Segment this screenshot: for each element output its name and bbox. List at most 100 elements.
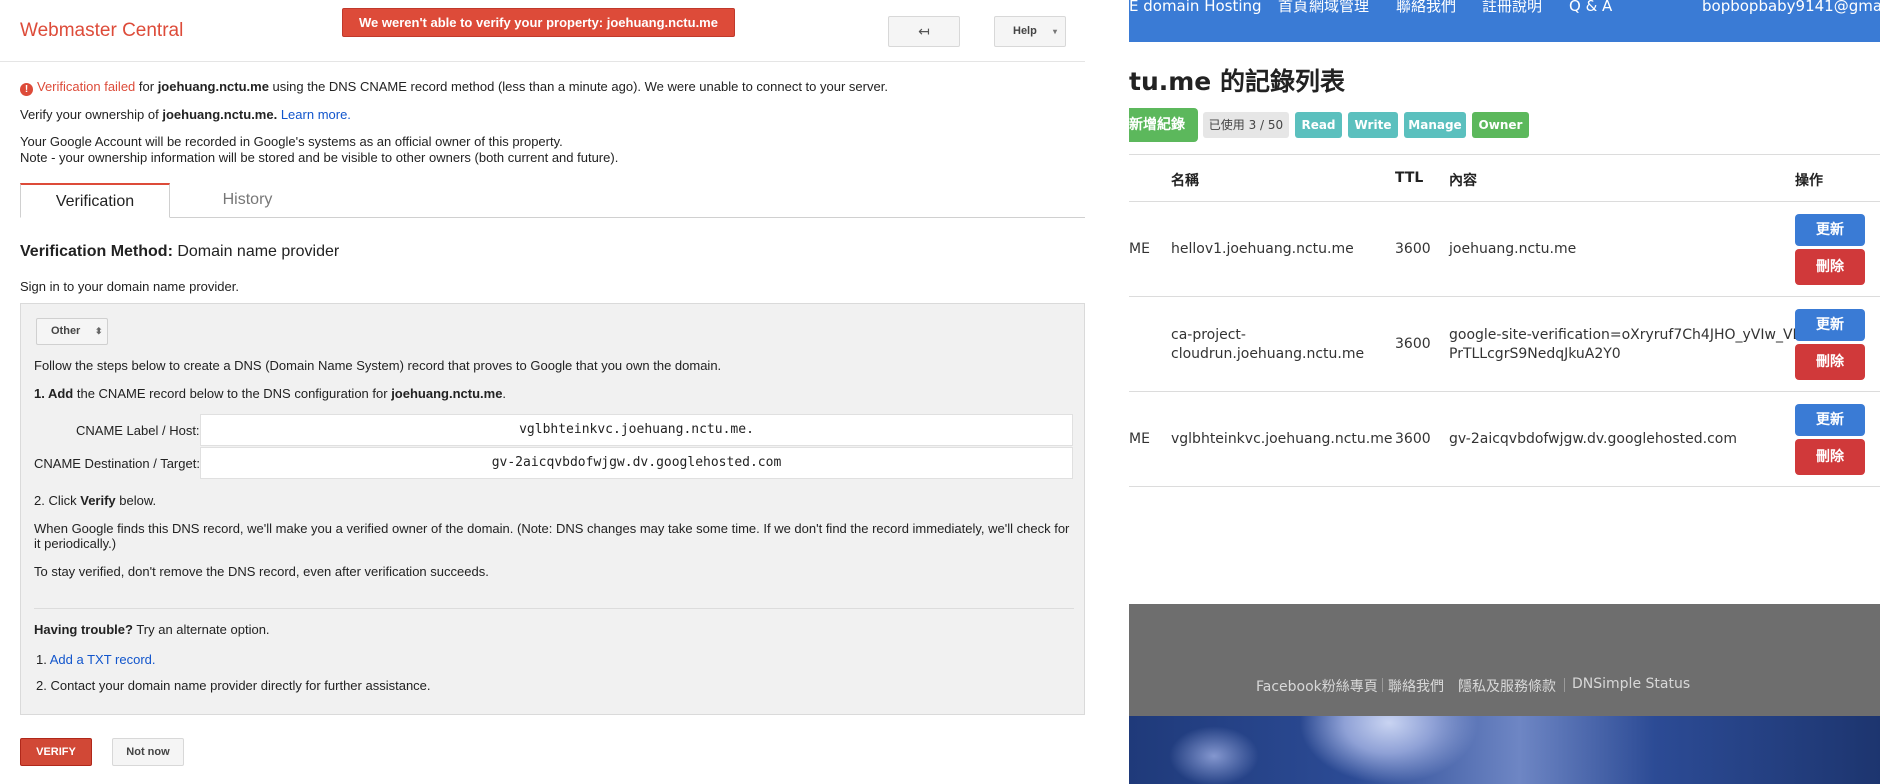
record-name: hellov1.joehuang.nctu.me (1171, 241, 1354, 257)
table-top-border (1129, 154, 1880, 155)
alt-option-1: 1. Add a TXT record. (36, 652, 156, 668)
record-content-cont: PrTLLcgrS9NedqJkuA2Y0 (1449, 346, 1621, 362)
verification-method-heading: Verification Method: Domain name provide… (20, 243, 339, 261)
dns-found-note: When Google finds this DNS record, we'll… (34, 521, 1070, 536)
column-header-actions: 操作 (1795, 173, 1823, 189)
text: . (502, 386, 507, 401)
column-header-ttl: TTL (1395, 170, 1424, 186)
nav-home[interactable]: 首頁 (1278, 0, 1308, 14)
add-txt-record-link[interactable]: Add a TXT record. (50, 652, 156, 667)
footer-separator (1382, 678, 1383, 692)
text: the CNAME record below to the DNS config… (73, 386, 392, 401)
usage-badge: 已使用 3 / 50 (1203, 112, 1289, 138)
record-ttl: 3600 (1395, 241, 1431, 257)
step-1-domain: joehuang.nctu.me (391, 386, 503, 401)
box-divider (34, 608, 1074, 609)
verification-method-label: Verification Method: (20, 243, 173, 260)
nav-domain-manage[interactable]: 網域管理 (1309, 0, 1369, 14)
tab-verification[interactable]: Verification (20, 183, 170, 218)
verify-button[interactable]: VERIFY (20, 738, 92, 766)
nav-brand[interactable]: E domain Hosting (1129, 0, 1262, 14)
row-divider (1129, 296, 1880, 297)
verify-ownership-line: Verify your ownership of joehuang.nctu.m… (20, 107, 351, 123)
record-name: ca-project- (1171, 327, 1246, 343)
record-type: ME (1129, 241, 1150, 257)
stay-verified-note: To stay verified, don't remove the DNS r… (34, 564, 489, 579)
verification-failed-message: ! Verification failed for joehuang.nctu.m… (20, 79, 888, 96)
update-button[interactable]: 更新 (1795, 214, 1865, 246)
permission-tag-write: Write (1348, 112, 1398, 138)
top-navbar: E domain Hosting 首頁 網域管理 聯絡我們 註冊說明 Q & A… (1129, 0, 1880, 42)
not-now-button[interactable]: Not now (112, 738, 184, 766)
column-header-content: 內容 (1449, 173, 1477, 189)
verification-method-value: Domain name provider (172, 243, 340, 260)
provider-select-value: Other (51, 325, 81, 337)
record-content: joehuang.nctu.me (1449, 241, 1577, 257)
permission-tag-read: Read (1295, 112, 1342, 138)
record-name-cont: cloudrun.joehuang.nctu.me (1171, 346, 1365, 362)
record-ttl: 3600 (1395, 431, 1431, 447)
column-header-name: 名稱 (1171, 173, 1199, 189)
select-arrows-icon: ⬍ (95, 326, 103, 336)
alt-option-2: 2. Contact your domain name provider dir… (36, 678, 431, 693)
nav-register-help[interactable]: 註冊說明 (1482, 0, 1542, 14)
tabs-divider (20, 217, 1085, 218)
mountain-peak-shape (1299, 716, 1479, 784)
record-content: gv-2aicqvbdofwjgw.dv.googlehosted.com (1449, 431, 1737, 447)
delete-button[interactable]: 刪除 (1795, 344, 1865, 380)
footer-background-photo (1129, 716, 1880, 784)
dns-hosting-page: E domain Hosting 首頁 網域管理 聯絡我們 註冊說明 Q & A… (1129, 0, 1880, 784)
update-button[interactable]: 更新 (1795, 309, 1865, 341)
failed-domain: joehuang.nctu.me (157, 79, 269, 94)
footer-link-contact[interactable]: 聯絡我們 (1388, 676, 1444, 696)
account-note: Your Google Account will be recorded in … (20, 134, 563, 149)
footer-link-privacy[interactable]: 隱私及服務條款 (1458, 676, 1556, 696)
record-name: vglbhteinkvc.joehuang.nctu.me (1171, 431, 1393, 447)
having-trouble: Having trouble? Try an alternate option. (34, 622, 270, 638)
dns-found-note-cont: it periodically.) (34, 536, 117, 551)
error-icon: ! (20, 83, 33, 96)
record-ttl: 3600 (1395, 336, 1431, 352)
footer-link-dnsimple-status[interactable]: DNSimple Status (1572, 676, 1690, 692)
tab-history[interactable]: History (170, 183, 325, 217)
help-dropdown-button[interactable]: Help ▾ (994, 16, 1066, 47)
provider-select[interactable]: Other ⬍ (36, 318, 108, 345)
cname-host-value[interactable]: vglbhteinkvc.joehuang.nctu.me. (200, 414, 1073, 446)
update-button[interactable]: 更新 (1795, 404, 1865, 436)
nav-contact[interactable]: 聯絡我們 (1396, 0, 1456, 14)
delete-button[interactable]: 刪除 (1795, 439, 1865, 475)
text: for (135, 79, 158, 94)
delete-button[interactable]: 刪除 (1795, 249, 1865, 285)
cname-host-label: CNAME Label / Host: (76, 423, 200, 438)
header-divider (0, 61, 1085, 62)
step-2: 2. Click Verify below. (34, 493, 156, 509)
step-1: 1. Add the CNAME record below to the DNS… (34, 386, 506, 402)
cname-target-label: CNAME Destination / Target: (34, 456, 200, 471)
mountain-rock-shape (1169, 726, 1259, 784)
text: using the DNS CNAME record method (less … (268, 79, 888, 94)
text: Verify your ownership of (20, 107, 163, 122)
record-content: google-site-verification=oXryruf7Ch4JHO_… (1449, 327, 1802, 343)
back-arrow-icon: ↤ (918, 23, 930, 39)
learn-more-link[interactable]: Learn more. (281, 107, 351, 122)
text: 2. Click (34, 493, 81, 508)
table-header-border (1129, 201, 1880, 202)
back-button[interactable]: ↤ (888, 16, 960, 47)
record-type: ME (1129, 431, 1150, 447)
cname-target-value[interactable]: gv-2aicqvbdofwjgw.dv.googlehosted.com (200, 447, 1073, 479)
nav-user-email[interactable]: bopbopbaby9141@gmail.c (1702, 0, 1880, 14)
help-label: Help (1013, 25, 1037, 37)
row-divider (1129, 391, 1880, 392)
caret-down-icon: ▾ (1053, 27, 1058, 36)
step-1-label: 1. Add (34, 386, 74, 401)
step-2-verify: Verify (80, 493, 116, 508)
ownership-visibility-note: Note - your ownership information will b… (20, 150, 619, 165)
verification-error-banner: We weren't able to verify your property:… (342, 8, 735, 37)
row-divider (1129, 486, 1880, 487)
footer-link-facebook[interactable]: Facebook粉絲專頁 (1256, 676, 1378, 696)
having-trouble-label: Having trouble? (34, 622, 133, 637)
text: 1. (36, 652, 50, 667)
add-record-button[interactable]: 新增紀錄 (1129, 108, 1198, 142)
webmaster-verification-panel: Webmaster Central We weren't able to ver… (0, 0, 1129, 784)
nav-qa[interactable]: Q & A (1569, 0, 1612, 14)
